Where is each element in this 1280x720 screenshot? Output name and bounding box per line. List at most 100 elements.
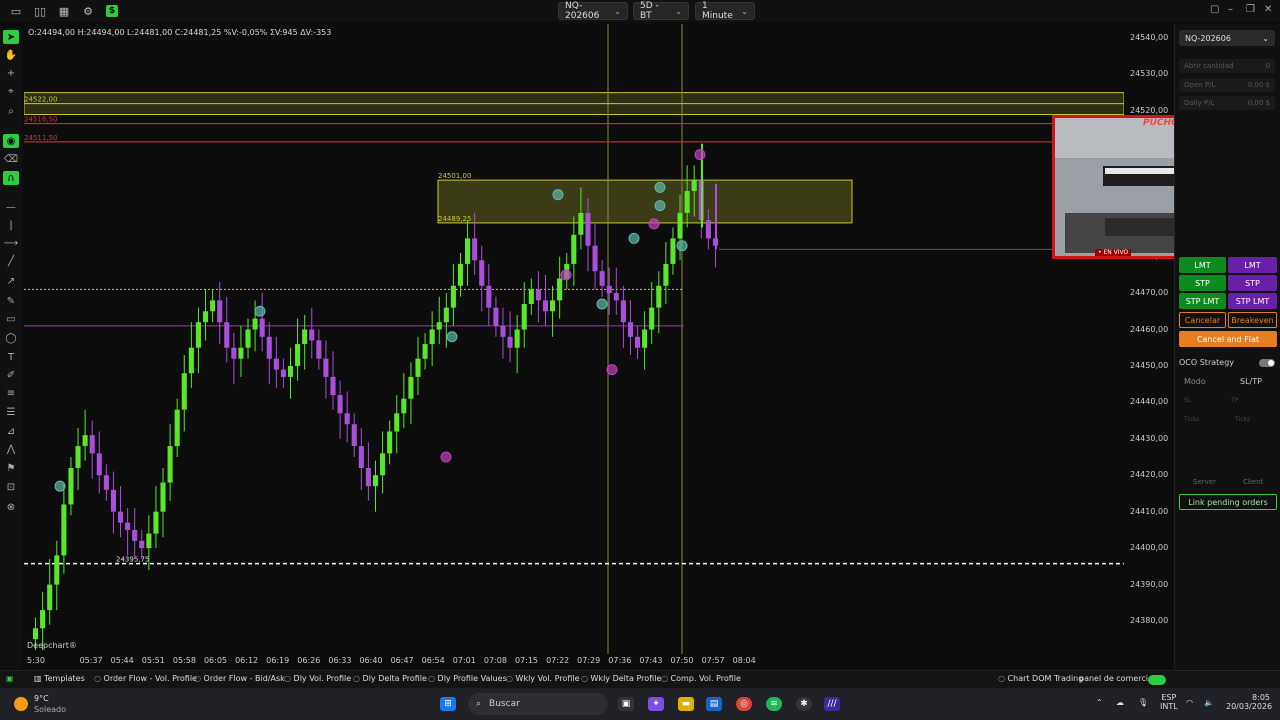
cancel-button[interactable]: Cancelar xyxy=(1179,312,1226,328)
spotify-icon[interactable]: ≋ xyxy=(766,697,782,711)
chrome-icon[interactable]: ◎ xyxy=(736,697,752,711)
windows-start-icon[interactable]: ⊞ xyxy=(440,697,456,711)
candle-body xyxy=(125,522,131,530)
trend-line-icon[interactable]: ╱ xyxy=(3,254,19,268)
deepchart-app-icon[interactable]: /// xyxy=(824,697,840,711)
lock-icon[interactable]: ⊡ xyxy=(3,480,19,494)
template-item[interactable]: Comp. Vol. Profile xyxy=(661,674,741,683)
time-axis[interactable]: 5:30 05:37 05:44 05:51 05:58 06:05 06:12 06:19 0… xyxy=(24,656,1124,668)
copilot-icon[interactable]: ✦ xyxy=(648,697,664,711)
live-badge: • EN VIVO xyxy=(1095,249,1132,256)
minimize-icon[interactable]: – xyxy=(1228,4,1233,15)
panel-symbol-dropdown[interactable]: NQ-202606 ⌄ xyxy=(1179,30,1275,46)
network-icon[interactable]: ☁ xyxy=(1116,698,1124,707)
magnet-icon[interactable]: ∩ xyxy=(3,171,19,185)
brush-icon[interactable]: ✐ xyxy=(3,368,19,382)
arrow-line-icon[interactable]: ↗ xyxy=(3,274,19,288)
app-icon[interactable]: ✱ xyxy=(796,697,812,711)
store-icon[interactable]: ▤ xyxy=(706,697,722,711)
candle-body xyxy=(259,318,265,337)
fib-extension-icon[interactable]: ☰ xyxy=(3,405,19,419)
taskbar-search[interactable]: ⌕ Buscar xyxy=(468,693,608,715)
chart-dom-trading-toggle[interactable]: Chart DOM Trading xyxy=(998,674,1084,683)
wifi-icon[interactable]: ◠ xyxy=(1186,698,1193,707)
candle-body xyxy=(323,358,329,377)
chart-layout-icon[interactable]: ▦ xyxy=(56,3,72,19)
sell-stp-lmt-button[interactable]: STP LMT xyxy=(1228,293,1277,309)
dollar-icon[interactable]: $ xyxy=(106,5,118,17)
pattern-icon[interactable]: ⋀ xyxy=(3,442,19,456)
horizontal-line-icon[interactable]: — xyxy=(3,200,19,214)
eye-icon[interactable]: ◉ xyxy=(3,134,19,148)
buy-lmt-button[interactable]: LMT xyxy=(1179,257,1226,273)
zoom-icon[interactable]: ⌕ xyxy=(3,104,19,118)
buy-stp-button[interactable]: STP xyxy=(1179,275,1226,291)
tray-chevron-icon[interactable]: ⌃ xyxy=(1096,698,1103,707)
template-item[interactable]: Wkly Delta Profile xyxy=(581,674,662,683)
hand-icon[interactable]: ✋ xyxy=(3,48,19,62)
delete-drawings-icon[interactable]: ⊗ xyxy=(3,500,19,514)
cursor-icon[interactable]: ➤ xyxy=(3,30,19,44)
file-explorer-icon[interactable]: ▬ xyxy=(678,697,694,711)
settings-icon[interactable]: ⚙ xyxy=(80,3,96,19)
text-icon[interactable]: T xyxy=(3,350,19,364)
footprint-marker xyxy=(628,232,640,244)
ray-icon[interactable]: ⟶ xyxy=(3,236,19,250)
layout-icon[interactable]: ▭ xyxy=(8,3,24,19)
template-item[interactable]: Order Flow - Bid/Ask xyxy=(194,674,285,683)
volume-icon[interactable]: 🔈 xyxy=(1204,698,1214,707)
sell-stp-button[interactable]: STP xyxy=(1228,275,1277,291)
template-item[interactable]: Dly Vol. Profile xyxy=(284,674,352,683)
time-tick-label: 5:30 xyxy=(27,656,45,665)
candle-body xyxy=(620,300,626,323)
clock[interactable]: 8:05 20/03/2026 xyxy=(1226,693,1272,711)
time-tick-label: 07:43 xyxy=(639,656,663,665)
panel-toggle-icon[interactable]: ▣ xyxy=(6,674,14,683)
client-radio[interactable]: Client xyxy=(1243,478,1263,486)
template-item[interactable]: Dly Delta Profile xyxy=(353,674,427,683)
price-chart[interactable]: 24522,00 24516,50 24511,50 24501,00 24489,25… xyxy=(24,24,1124,654)
template-item[interactable]: Dly Profile Values xyxy=(428,674,507,683)
crosshair-icon[interactable]: + xyxy=(3,66,19,80)
maximize-icon[interactable]: ❐ xyxy=(1246,4,1255,15)
candle-body xyxy=(535,289,541,301)
language-indicator[interactable]: ESP INTL xyxy=(1160,693,1178,711)
measure-icon[interactable]: ⌖ xyxy=(3,84,19,98)
quantity-field[interactable]: Abrir cantidad 0 xyxy=(1179,59,1275,73)
chevron-down-icon: ⌄ xyxy=(614,6,621,16)
panel-icon[interactable]: ▢ xyxy=(1210,4,1219,15)
close-icon[interactable]: ✕ xyxy=(1264,4,1272,15)
alert-icon[interactable]: ⚑ xyxy=(3,461,19,475)
footprint-marker xyxy=(596,298,608,310)
breakeven-button[interactable]: Breakeven xyxy=(1228,312,1277,328)
candle-body xyxy=(656,285,662,308)
position-icon[interactable]: ⊿ xyxy=(3,424,19,438)
mic-icon[interactable]: 🎙 xyxy=(1138,698,1148,707)
rectangle-icon[interactable]: ▭ xyxy=(3,312,19,326)
vertical-line-icon[interactable]: | xyxy=(3,218,19,232)
eraser-icon[interactable]: ⌫ xyxy=(3,152,19,166)
server-radio[interactable]: Server xyxy=(1193,478,1216,486)
quantity-value: 0 xyxy=(1265,62,1270,70)
task-view-icon[interactable]: ▣ xyxy=(618,697,634,711)
fib-icon[interactable]: ≡ xyxy=(3,386,19,400)
cancel-and-flat-button[interactable]: Cancel and Flat xyxy=(1179,331,1277,347)
template-item[interactable]: Wkly Vol. Profile xyxy=(506,674,580,683)
buy-stp-lmt-button[interactable]: STP LMT xyxy=(1179,293,1226,309)
trading-panel-toggle[interactable] xyxy=(1148,675,1166,685)
link-pending-orders-button[interactable]: Link pending orders xyxy=(1179,494,1277,510)
oco-strategy-toggle[interactable] xyxy=(1259,359,1275,367)
templates-label[interactable]: ▥ Templates xyxy=(34,674,85,683)
template-dropdown[interactable]: 5D - BT ⌄ xyxy=(633,1,689,21)
pencil-icon[interactable]: ✎ xyxy=(3,294,19,308)
ellipse-icon[interactable]: ◯ xyxy=(3,331,19,345)
symbol-dropdown[interactable]: NQ-202606 ⌄ xyxy=(558,1,628,21)
weather-icon[interactable] xyxy=(14,697,28,711)
sl-ticks-field[interactable]: Ticks xyxy=(1184,416,1199,423)
timeframe-dropdown[interactable]: 1 Minute ⌄ xyxy=(695,1,755,21)
template-item[interactable]: Order Flow - Vol. Profile xyxy=(94,674,197,683)
mode-select[interactable]: SL/TP xyxy=(1240,377,1262,386)
tp-ticks-field[interactable]: Ticks xyxy=(1235,416,1250,423)
sell-lmt-button[interactable]: LMT xyxy=(1228,257,1277,273)
columns-icon[interactable]: ▯▯ xyxy=(32,3,48,19)
